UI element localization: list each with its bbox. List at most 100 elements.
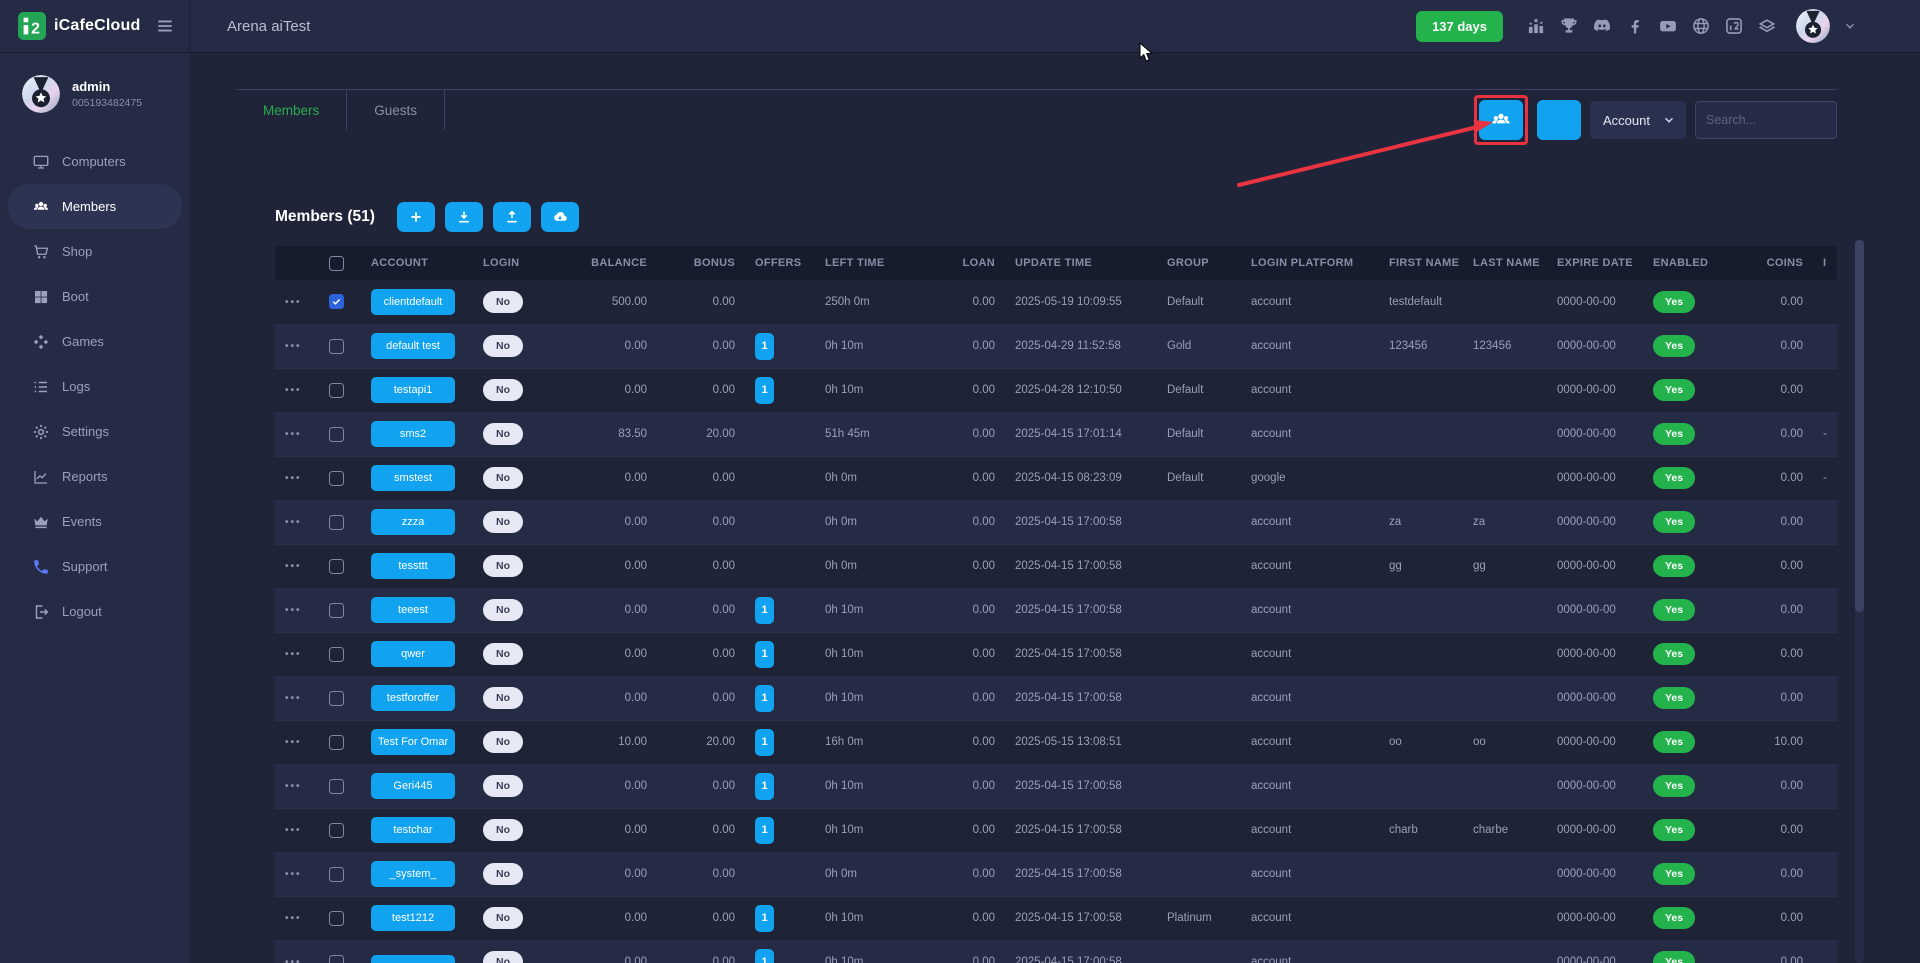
sidebar-item-logout[interactable]: Logout (8, 589, 182, 634)
enabled-badge[interactable]: Yes (1653, 907, 1695, 929)
row-checkbox[interactable] (329, 867, 344, 882)
row-checkbox[interactable] (329, 955, 344, 963)
row-menu-button[interactable]: ••• (285, 561, 302, 572)
row-menu-button[interactable]: ••• (285, 693, 302, 704)
enabled-badge[interactable]: Yes (1653, 951, 1695, 963)
sidebar-item-events[interactable]: Events (8, 499, 182, 544)
sidebar-item-computers[interactable]: Computers (8, 139, 182, 184)
enabled-badge[interactable]: Yes (1653, 379, 1695, 401)
row-checkbox[interactable] (329, 471, 344, 486)
account-button[interactable]: qwer (371, 641, 455, 667)
trophy-icon[interactable] (1559, 16, 1579, 36)
license-days-badge[interactable]: 137 days (1416, 11, 1503, 42)
row-checkbox[interactable] (329, 911, 344, 926)
account-button[interactable] (371, 955, 455, 963)
enabled-badge[interactable]: Yes (1653, 467, 1695, 489)
cloud-download-button[interactable] (541, 202, 579, 232)
row-checkbox[interactable] (329, 559, 344, 574)
table-scrollbar[interactable] (1855, 240, 1864, 963)
offers-badge[interactable]: 1 (755, 817, 774, 844)
row-checkbox[interactable] (329, 735, 344, 750)
sidebar-item-logs[interactable]: Logs (8, 364, 182, 409)
offers-badge[interactable]: 1 (755, 333, 774, 360)
row-checkbox[interactable] (329, 779, 344, 794)
offers-badge[interactable]: 1 (755, 905, 774, 932)
enabled-badge[interactable]: Yes (1653, 511, 1695, 533)
ranking-icon[interactable] (1526, 16, 1546, 36)
row-menu-button[interactable]: ••• (285, 429, 302, 440)
account-button[interactable]: test1212 (371, 905, 455, 931)
row-menu-button[interactable]: ••• (285, 869, 302, 880)
row-menu-button[interactable]: ••• (285, 341, 302, 352)
search-input[interactable] (1695, 101, 1837, 139)
account-button[interactable]: clientdefault (371, 289, 455, 315)
offers-badge[interactable]: 1 (755, 773, 774, 800)
sidebar-item-shop[interactable]: Shop (8, 229, 182, 274)
row-menu-button[interactable]: ••• (285, 605, 302, 616)
account-button[interactable]: testapi1 (371, 377, 455, 403)
tab-guests[interactable]: Guests (347, 90, 445, 130)
enabled-badge[interactable]: Yes (1653, 863, 1695, 885)
account-button[interactable]: Test For Omar (371, 729, 455, 755)
row-menu-button[interactable]: ••• (285, 517, 302, 528)
discord-icon[interactable] (1592, 16, 1612, 36)
row-menu-button[interactable]: ••• (285, 297, 302, 308)
account-select[interactable]: Account (1590, 101, 1686, 139)
rewards-view-button[interactable] (1537, 100, 1581, 140)
account-button[interactable]: sms2 (371, 421, 455, 447)
row-menu-button[interactable]: ••• (285, 649, 302, 660)
row-menu-button[interactable]: ••• (285, 737, 302, 748)
sidebar-item-reports[interactable]: Reports (8, 454, 182, 499)
user-avatar[interactable] (1796, 9, 1830, 43)
facebook-icon[interactable] (1625, 16, 1645, 36)
globe-icon[interactable] (1691, 16, 1711, 36)
sidebar-item-support[interactable]: Support (8, 544, 182, 589)
menu-toggle-icon[interactable] (155, 16, 175, 36)
plus-button[interactable] (397, 202, 435, 232)
enabled-badge[interactable]: Yes (1653, 555, 1695, 577)
account-button[interactable]: teeest (371, 597, 455, 623)
scrollbar-thumb[interactable] (1855, 240, 1864, 612)
offers-badge[interactable]: 1 (755, 729, 774, 756)
row-menu-button[interactable]: ••• (285, 957, 302, 963)
row-checkbox[interactable] (329, 603, 344, 618)
offers-badge[interactable]: 1 (755, 641, 774, 668)
row-checkbox[interactable] (329, 823, 344, 838)
youtube-icon[interactable] (1658, 16, 1678, 36)
enabled-badge[interactable]: Yes (1653, 687, 1695, 709)
row-checkbox[interactable] (329, 515, 344, 530)
row-menu-button[interactable]: ••• (285, 385, 302, 396)
enabled-badge[interactable]: Yes (1653, 775, 1695, 797)
sidebar-item-games[interactable]: Games (8, 319, 182, 364)
sidebar-item-members[interactable]: Members (8, 184, 182, 229)
members-view-button[interactable] (1479, 100, 1523, 140)
layers-icon[interactable] (1757, 16, 1777, 36)
row-menu-button[interactable]: ••• (285, 825, 302, 836)
tab-members[interactable]: Members (236, 90, 347, 130)
row-checkbox[interactable] (329, 339, 344, 354)
row-checkbox[interactable] (329, 383, 344, 398)
sidebar-item-boot[interactable]: Boot (8, 274, 182, 319)
account-button[interactable]: testforoffer (371, 685, 455, 711)
select-all-checkbox[interactable] (329, 256, 344, 271)
account-button[interactable]: _system_ (371, 861, 455, 887)
row-menu-button[interactable]: ••• (285, 781, 302, 792)
account-button[interactable]: tessttt (371, 553, 455, 579)
row-menu-button[interactable]: ••• (285, 473, 302, 484)
row-menu-button[interactable]: ••• (285, 913, 302, 924)
enabled-badge[interactable]: Yes (1653, 643, 1695, 665)
offers-badge[interactable]: 1 (755, 597, 774, 624)
icafe-logo-icon[interactable] (1724, 16, 1744, 36)
account-button[interactable]: zzza (371, 509, 455, 535)
account-button[interactable]: testchar (371, 817, 455, 843)
row-checkbox[interactable] (329, 427, 344, 442)
offers-badge[interactable]: 1 (755, 377, 774, 404)
enabled-badge[interactable]: Yes (1653, 731, 1695, 753)
enabled-badge[interactable]: Yes (1653, 335, 1695, 357)
account-button[interactable]: smstest (371, 465, 455, 491)
upload-button[interactable] (493, 202, 531, 232)
enabled-badge[interactable]: Yes (1653, 599, 1695, 621)
row-checkbox[interactable] (329, 294, 344, 309)
account-button[interactable]: default test (371, 333, 455, 359)
sidebar-item-settings[interactable]: Settings (8, 409, 182, 454)
